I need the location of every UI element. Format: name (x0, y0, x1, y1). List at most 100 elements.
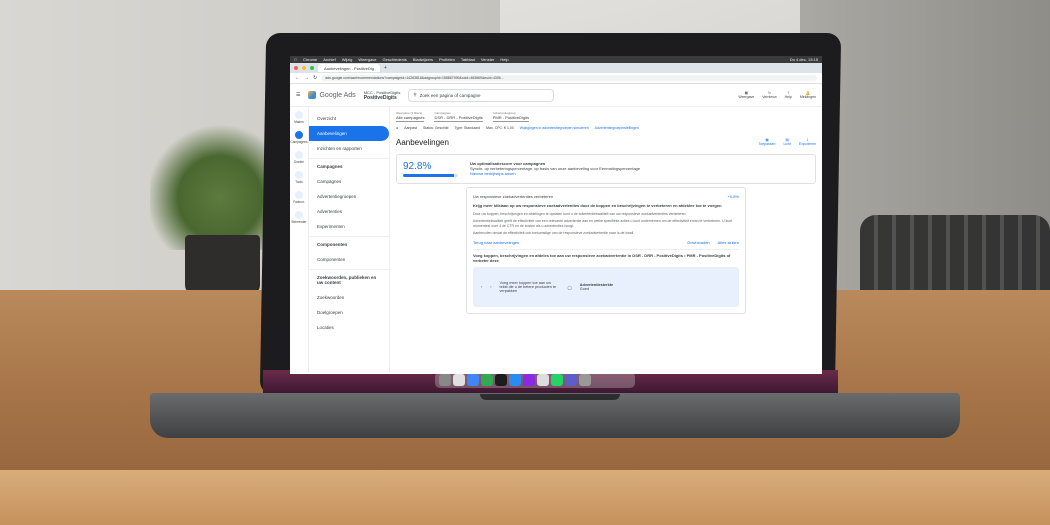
rail-campaigns[interactable]: Campagnes (290, 131, 308, 144)
chevron-left-icon[interactable]: ‹ (481, 285, 482, 289)
menu-item[interactable]: Bladwijzers (413, 57, 433, 62)
forward-icon[interactable]: → (304, 75, 309, 81)
product-name: Google Ads (319, 91, 356, 99)
account-switcher[interactable]: MCC - PositiveDigits PositiveDigits (364, 90, 401, 101)
nav-item-keywords[interactable]: Zoekwoorden (309, 290, 389, 305)
table-edge (0, 470, 1050, 525)
nav-item-components[interactable]: Componenten (309, 252, 389, 267)
adgroup-settings-link[interactable]: Advertentiegroepinstellingen (595, 126, 639, 130)
rail-label: Factuur. (293, 200, 305, 204)
menu-item[interactable]: Geschiedenis (383, 57, 407, 62)
rail-admin[interactable]: Beheerder (290, 211, 308, 224)
menu-item[interactable]: Archief (323, 57, 335, 62)
nav-group-keywords[interactable]: Zoekwoorden, publieken en uw content (309, 269, 389, 290)
campaign-select[interactable]: Campagnes DSR - DRR - PositiveDigits (434, 111, 483, 122)
status-dot-icon: ● (396, 126, 399, 130)
rail-label: Beheerder (291, 220, 307, 224)
wrench-icon (295, 171, 303, 179)
finder-icon[interactable] (439, 374, 451, 386)
refresh-button[interactable]: ↻ Vernieuw (762, 91, 776, 99)
search-input[interactable]: ⚲ Zoek een pagina of campagne (408, 88, 555, 102)
nav-item-recommendations[interactable]: Aanbevelingen (309, 126, 389, 141)
rail-goals[interactable]: Doelen (290, 151, 308, 164)
menu-item[interactable]: Venster (481, 57, 495, 62)
ads-logo-icon (308, 91, 317, 99)
apple-icon[interactable]:  (294, 57, 297, 62)
menu-item[interactable]: Help (500, 57, 508, 62)
rail-label: Campagnes (290, 140, 308, 144)
rail-create[interactable]: Maken (290, 111, 308, 124)
menu-item[interactable]: Tabblad (461, 57, 475, 62)
close-all-button[interactable]: Alles sluiten (718, 240, 739, 245)
chrome-icon[interactable] (467, 374, 479, 386)
search-placeholder: Zoek een pagina of campagne (419, 92, 481, 98)
ads-app-icon[interactable] (523, 374, 535, 386)
menu-item[interactable]: Chrome (303, 57, 317, 62)
appearance-button[interactable]: ▦ Weergave (738, 91, 754, 99)
whatsapp-icon[interactable] (551, 374, 563, 386)
rec-body: Aanbevolen omdat de effectiviteit ook to… (473, 231, 634, 235)
app-store-icon[interactable] (509, 374, 521, 386)
google-ads-logo[interactable]: Google Ads (308, 91, 356, 99)
page-tools: ▦ Toepassen ▤ Licht ⇩ Exporteren (759, 138, 816, 147)
ad-strength: Advertentiesterkte Goed (580, 283, 613, 291)
rec-header: Uw responsieve zoekadvertenties verbeter… (473, 194, 739, 199)
app-body: Maken Campagnes Doelen Tools Factuur. Be… (290, 107, 822, 372)
minimize-window-icon[interactable] (302, 66, 306, 70)
rec-suggestion: Voeg koppen, beschrijvingen en afdeles t… (473, 249, 739, 263)
nav-item-insights[interactable]: Inzichten en rapporten (309, 141, 389, 156)
chevron-right-icon[interactable]: › (490, 285, 491, 289)
new-tab-icon[interactable]: + (384, 65, 387, 71)
side-nav: Overzicht Aanbevelingen Inzichten en rap… (309, 107, 390, 372)
browser-tabbar: Aanbevelingen - PositiveDig + (290, 63, 822, 73)
trophy-icon (295, 151, 303, 159)
filter-bar: Weergave (3 filters) Alle campagnes Campa… (396, 107, 816, 126)
rail-tools[interactable]: Tools (290, 171, 308, 184)
export-button[interactable]: ⇩ Exporteren (799, 138, 816, 147)
rec-body: Door uw koppen, beschrijvingen en afdeli… (473, 212, 687, 216)
preview-text: Voeg meer koppen toe aan uw tekst die u … (499, 281, 557, 293)
nav-item-locations[interactable]: Locaties (309, 320, 389, 335)
browser-tab[interactable]: Aanbevelingen - PositiveDig (318, 64, 381, 72)
rail-label: Maken (294, 120, 304, 124)
rail-billing[interactable]: Factuur. (290, 191, 308, 204)
nav-item-adgroups[interactable]: Advertentiegroepen (309, 189, 389, 204)
close-window-icon[interactable] (294, 66, 298, 70)
help-label: Help (784, 95, 792, 99)
simulate-link[interactable]: Wijzigingen in advertentiegroepen simule… (520, 126, 589, 130)
nav-item-experiments[interactable]: Experimenten (309, 219, 389, 234)
nav-item-ads[interactable]: Advertenties (309, 204, 389, 219)
hamburger-menu-icon[interactable]: ☰ (296, 92, 300, 98)
address-field[interactable]: ads.google.com/aw/recommendations?campai… (321, 75, 817, 81)
notes-icon[interactable] (537, 374, 549, 386)
adgroup-select[interactable]: Advertentiegroep PMR - PositiveDigits (492, 111, 530, 122)
nav-group-components[interactable]: Componenten (309, 236, 389, 252)
maps-icon[interactable] (481, 374, 493, 386)
light-button[interactable]: ▤ Licht (783, 138, 790, 147)
nav-item-audiences[interactable]: Doelgroepen (309, 305, 389, 320)
trash-icon[interactable] (579, 374, 591, 386)
teams-icon[interactable] (565, 374, 577, 386)
terminal-icon[interactable] (495, 374, 507, 386)
os-menubar:  Chrome Archief Wijzig Weergave Geschie… (290, 56, 822, 63)
score-link[interactable]: Nieuwe bedrijfstips ansen (470, 171, 640, 176)
campaign-filter[interactable]: Weergave (3 filters) Alle campagnes (396, 111, 425, 122)
menu-item[interactable]: Profielen (439, 57, 455, 62)
maximize-window-icon[interactable] (310, 66, 314, 70)
nav-item-campaigns[interactable]: Campagnes (309, 174, 389, 189)
reload-icon[interactable]: ↻ (313, 75, 317, 81)
nav-group-campaigns[interactable]: Campagnes (309, 158, 389, 174)
help-button[interactable]: ? Help (785, 91, 792, 99)
ad-preview: ‹ › Voeg meer koppen toe aan uw tekst di… (473, 267, 739, 307)
menu-item[interactable]: Wijzig (342, 57, 353, 62)
back-link[interactable]: Terug naar aanbevelingen (473, 240, 519, 245)
download-button[interactable]: Downloaden (687, 240, 709, 245)
status-text: Status: Geschikt (422, 126, 449, 130)
menu-item[interactable]: Weergave (358, 57, 376, 62)
search-icon: ⚲ (413, 92, 417, 97)
apply-button[interactable]: ▦ Toepassen (759, 138, 776, 147)
back-icon[interactable]: ← (295, 75, 300, 81)
launchpad-icon[interactable] (453, 374, 465, 386)
notifications-button[interactable]: 🔔 Meldingen (800, 91, 816, 99)
nav-item-overview[interactable]: Overzicht (309, 111, 389, 126)
